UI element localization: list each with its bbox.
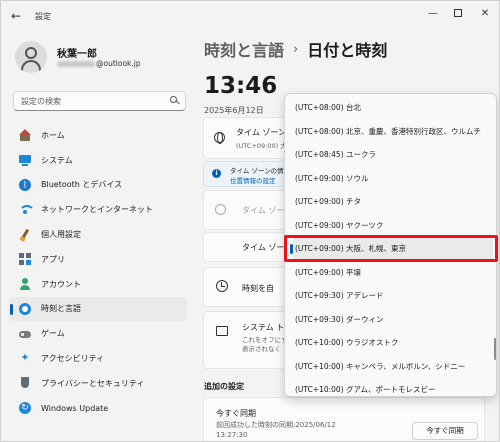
search-icon bbox=[170, 96, 180, 105]
settings-window: ← 設定 — ✕ 秋葉一郎 @outlook.jp 設定の検索 ホーム システム… bbox=[0, 0, 500, 442]
update-icon bbox=[19, 402, 31, 415]
globe-icon bbox=[214, 132, 225, 144]
time-zone-option[interactable]: (UTC+09:00) ヤクーツク bbox=[293, 214, 493, 238]
profile-name: 秋葉一郎 bbox=[57, 49, 97, 60]
sidebar-item-bluetooth[interactable]: Bluetooth とデバイス bbox=[9, 173, 187, 198]
avatar-body-icon bbox=[21, 60, 41, 73]
breadcrumb: 時刻と言語 › 日付と時刻 bbox=[204, 37, 387, 61]
info-icon: i bbox=[212, 169, 221, 178]
shield-icon bbox=[19, 377, 31, 389]
sidebar-item-system[interactable]: システム bbox=[9, 148, 187, 173]
sidebar-item-network[interactable]: ネットワークとインターネット bbox=[9, 197, 187, 222]
breadcrumb-chevron-icon: › bbox=[293, 41, 299, 57]
current-date: 2025年6月12日 bbox=[204, 106, 264, 115]
sidebar-item-time-language[interactable]: 時刻と言語 bbox=[9, 296, 187, 322]
bluetooth-icon bbox=[19, 178, 31, 191]
email-redacted bbox=[57, 60, 95, 67]
brush-icon bbox=[19, 229, 31, 241]
profile-email: @outlook.jp bbox=[57, 59, 141, 68]
sidebar-item-label: アプリ bbox=[41, 254, 65, 264]
time-language-icon bbox=[19, 302, 31, 315]
breadcrumb-parent[interactable]: 時刻と言語 bbox=[204, 37, 284, 61]
time-zone-value: (UTC+09:00) 大 bbox=[236, 142, 287, 150]
location-icon bbox=[215, 204, 226, 215]
time-zone-option[interactable]: (UTC+08:45) ユークラ bbox=[293, 143, 493, 167]
sidebar-item-label: ホーム bbox=[41, 130, 65, 140]
accessibility-icon bbox=[19, 352, 31, 365]
time-zone-row[interactable]: タイム ゾーン (UTC+09:00) 大 bbox=[203, 117, 291, 159]
maximize-button[interactable] bbox=[444, 5, 472, 23]
time-zone-option[interactable]: (UTC+09:30) アデレード bbox=[293, 284, 493, 308]
window-title: 設定 bbox=[35, 12, 51, 21]
sidebar-item-label: ネットワークとインターネット bbox=[41, 205, 153, 215]
time-zone-option[interactable]: (UTC+10:00) ウラジオストク bbox=[293, 331, 493, 355]
additional-settings-heading: 追加の設定 bbox=[204, 382, 244, 391]
system-icon bbox=[19, 154, 31, 166]
system-tray-row[interactable]: システム トレ これをオフにす 表示されなく bbox=[203, 311, 292, 369]
time-zone-option[interactable]: (UTC+09:00) 平壌 bbox=[293, 261, 493, 285]
clock-icon bbox=[216, 280, 228, 292]
sidebar-item-apps[interactable]: アプリ bbox=[9, 247, 187, 272]
auto-time-zone-row: タイム ゾーンを bbox=[203, 190, 300, 230]
wifi-icon bbox=[19, 204, 35, 216]
time-zone-select-row[interactable]: タイム ゾーン bbox=[203, 232, 292, 262]
search-input[interactable]: 設定の検索 bbox=[13, 91, 186, 111]
close-button[interactable]: ✕ bbox=[471, 5, 499, 23]
sidebar-item-accounts[interactable]: アカウント bbox=[9, 272, 187, 297]
sync-last-clock: 13:27:30 bbox=[216, 431, 248, 439]
sidebar-item-label: Windows Update bbox=[41, 403, 109, 413]
search-placeholder: 設定の検索 bbox=[21, 97, 61, 106]
time-zone-label: タイム ゾーン bbox=[236, 128, 286, 137]
sync-now-button[interactable]: 今すぐ同期 bbox=[412, 422, 478, 440]
sidebar-item-label: プライバシーとセキュリティ bbox=[41, 378, 145, 388]
sidebar-item-accessibility[interactable]: アクセシビリティ bbox=[9, 346, 187, 371]
sidebar-item-label: 個人用設定 bbox=[41, 230, 81, 240]
sidebar-item-windows-update[interactable]: Windows Update bbox=[9, 396, 187, 421]
sidebar-item-label: アクセシビリティ bbox=[41, 354, 105, 364]
sidebar-item-gaming[interactable]: ゲーム bbox=[9, 321, 187, 346]
sidebar-item-personalization[interactable]: 個人用設定 bbox=[9, 222, 187, 247]
sidebar-item-home[interactable]: ホーム bbox=[9, 123, 187, 148]
email-suffix: @outlook.jp bbox=[96, 59, 141, 68]
avatar-head-icon bbox=[25, 47, 37, 59]
auto-time-row[interactable]: 時刻を自 bbox=[203, 267, 291, 307]
sidebar-item-privacy[interactable]: プライバシーとセキュリティ bbox=[9, 371, 187, 396]
time-zone-option[interactable]: (UTC+10:00) グアム、ポートモレスビー bbox=[293, 378, 493, 396]
current-time: 13:46 bbox=[204, 73, 278, 99]
back-arrow-icon[interactable]: ← bbox=[11, 9, 25, 23]
account-icon bbox=[19, 278, 31, 291]
apps-icon bbox=[19, 253, 31, 265]
sidebar-item-label: アカウント bbox=[41, 279, 81, 289]
time-zone-option[interactable]: (UTC+08:00) 台北 bbox=[293, 96, 493, 120]
time-zone-option[interactable]: (UTC+10:00) キャンベラ、メルボルン、シドニー bbox=[293, 355, 493, 379]
auto-time-label: 時刻を自 bbox=[242, 284, 274, 293]
page-title: 日付と時刻 bbox=[307, 41, 388, 60]
location-settings-link[interactable]: 位置情報の設定 bbox=[230, 175, 276, 185]
home-icon bbox=[19, 129, 31, 142]
calendar-icon bbox=[216, 326, 228, 336]
system-tray-desc-2: 表示されなく bbox=[242, 345, 281, 353]
time-zone-option[interactable]: (UTC+09:00) ソウル bbox=[293, 167, 493, 191]
game-icon bbox=[19, 328, 31, 340]
sidebar-nav: ホーム システム Bluetooth とデバイス ネットワークとインターネット … bbox=[9, 123, 187, 421]
scrollbar-thumb[interactable] bbox=[494, 338, 496, 360]
maximize-icon bbox=[454, 9, 462, 17]
time-zone-option[interactable]: (UTC+09:30) ダーウィン bbox=[293, 308, 493, 332]
sidebar-item-label: システム bbox=[41, 155, 73, 165]
sidebar-item-label: ゲーム bbox=[41, 329, 65, 339]
sidebar-item-label: 時刻と言語 bbox=[41, 304, 81, 314]
time-zone-option[interactable]: (UTC+09:00) チタ bbox=[293, 190, 493, 214]
sync-last-time: 前回成功した時刻の同期:2025/06/12 bbox=[216, 421, 336, 429]
avatar[interactable] bbox=[15, 41, 47, 73]
title-bar: ← 設定 — ✕ bbox=[1, 1, 499, 31]
sync-title: 今すぐ同期 bbox=[216, 409, 256, 418]
selection-highlight-box bbox=[284, 235, 498, 262]
info-banner: i タイム ゾーンの情報を 位置情報の設定 bbox=[203, 161, 297, 187]
minimize-button[interactable]: — bbox=[419, 5, 447, 23]
sidebar-item-label: Bluetooth とデバイス bbox=[41, 180, 123, 190]
time-zone-option[interactable]: (UTC+08:00) 北京、重慶、香港特別行政区、ウルムチ bbox=[293, 120, 493, 144]
sync-now-card: 今すぐ同期 前回成功した時刻の同期:2025/06/12 13:27:30 今す… bbox=[203, 397, 485, 441]
